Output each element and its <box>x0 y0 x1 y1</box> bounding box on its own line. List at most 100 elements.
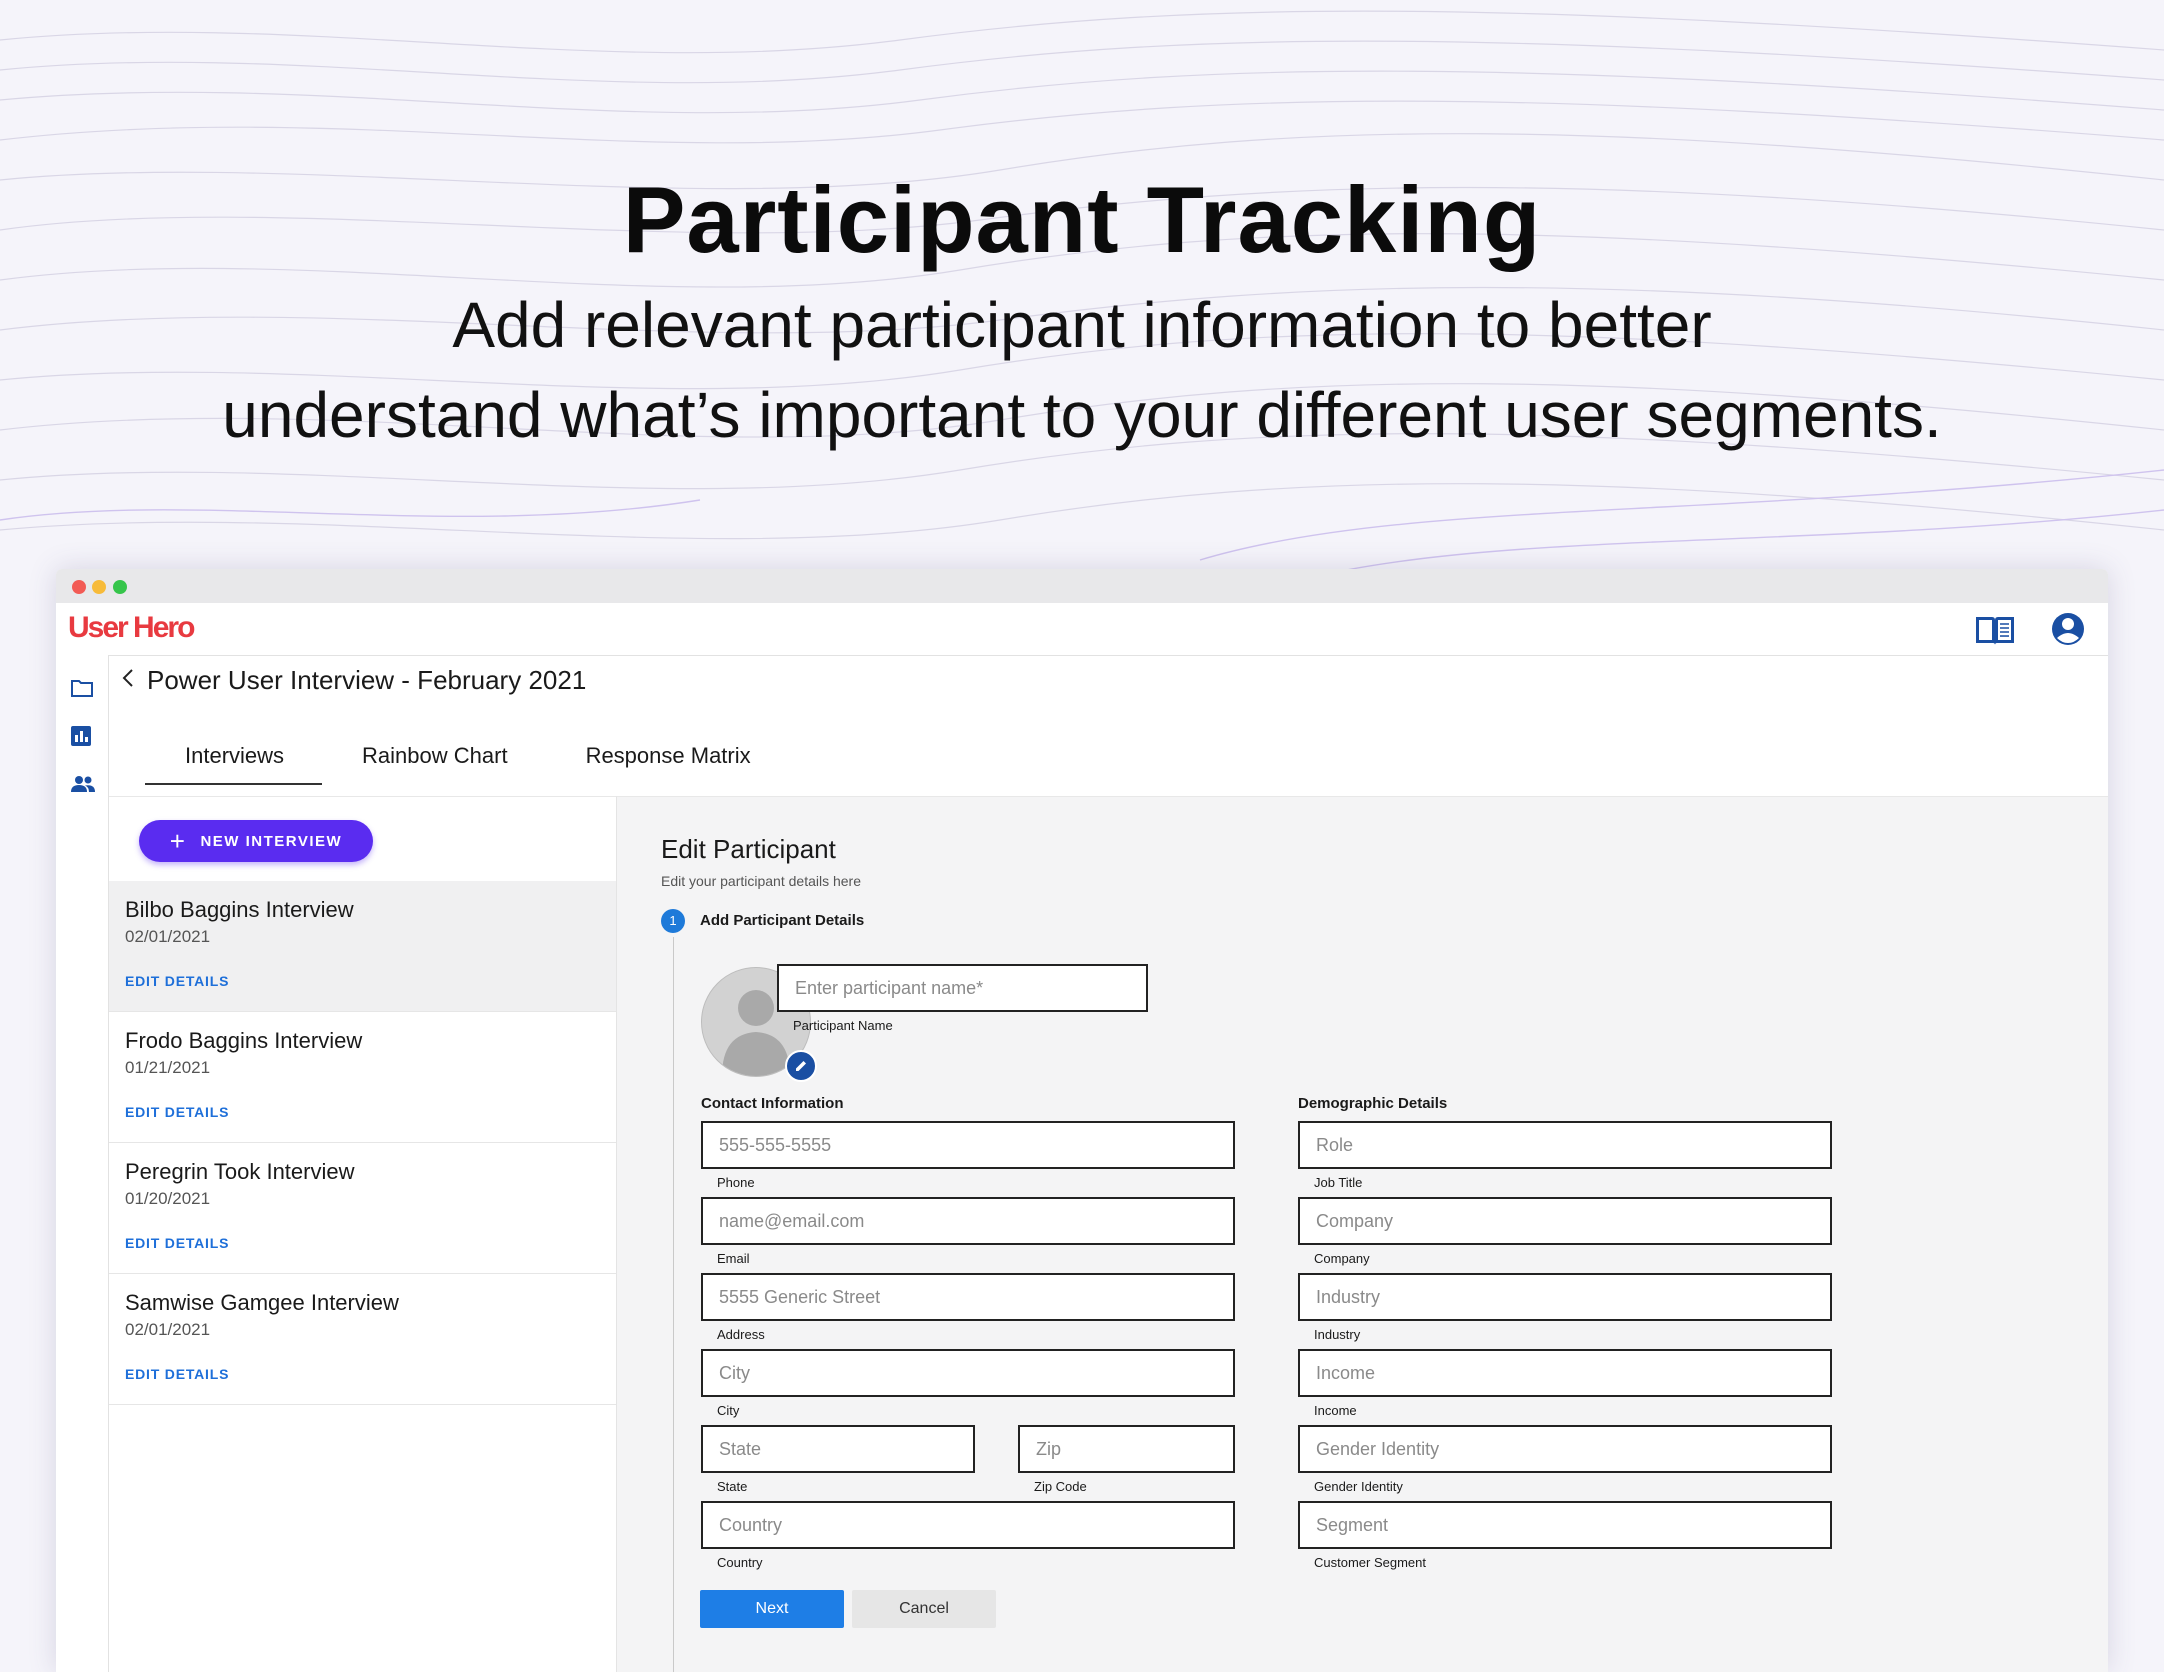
tab-interviews[interactable]: Interviews <box>145 743 323 785</box>
interview-list: Bilbo Baggins Interview 02/01/2021 EDIT … <box>109 881 616 1405</box>
window-titlebar <box>56 569 2108 603</box>
tab-rainbow-chart[interactable]: Rainbow Chart <box>322 743 546 785</box>
zip-label: Zip Code <box>1034 1479 1087 1494</box>
new-interview-button[interactable]: + NEW INTERVIEW <box>139 820 373 862</box>
address-field[interactable] <box>701 1273 1235 1321</box>
interview-name: Bilbo Baggins Interview <box>125 897 354 922</box>
company-field[interactable] <box>1298 1197 1832 1245</box>
tab-response-matrix[interactable]: Response Matrix <box>546 743 789 785</box>
participant-name-field[interactable] <box>777 964 1148 1012</box>
gender-identity-label: Gender Identity <box>1314 1479 1403 1494</box>
interview-name: Frodo Baggins Interview <box>125 1028 363 1053</box>
folder-icon[interactable] <box>70 678 94 703</box>
edit-details-link[interactable]: EDIT DETAILS <box>125 1366 229 1382</box>
interview-date: 01/20/2021 <box>125 1189 211 1208</box>
project-title: Power User Interview - February 2021 <box>147 665 587 695</box>
chart-icon[interactable] <box>70 725 92 752</box>
email-field[interactable] <box>701 1197 1235 1245</box>
edit-details-link[interactable]: EDIT DETAILS <box>125 1104 229 1120</box>
side-nav <box>56 655 109 1672</box>
participant-name-label: Participant Name <box>793 1018 893 1033</box>
income-label: Income <box>1314 1403 1357 1418</box>
phone-field[interactable] <box>701 1121 1235 1169</box>
minimize-window-dot[interactable] <box>92 580 106 594</box>
segment-input[interactable] <box>1300 1503 1830 1547</box>
edit-participant-panel: Edit Participant Edit your participant d… <box>617 796 2108 1672</box>
email-label: Email <box>717 1251 750 1266</box>
new-interview-label: NEW INTERVIEW <box>200 832 343 850</box>
next-button[interactable]: Next <box>700 1590 844 1628</box>
company-label: Company <box>1314 1251 1370 1266</box>
gender-identity-input[interactable] <box>1300 1427 1830 1471</box>
book-icon[interactable] <box>1974 613 2016 652</box>
tab-bar: Interviews Rainbow Chart Response Matrix <box>145 743 789 785</box>
account-icon[interactable] <box>2050 611 2086 652</box>
hero-title: Participant Tracking <box>622 167 1542 272</box>
country-field[interactable] <box>701 1501 1235 1549</box>
step-number-badge: 1 <box>661 909 685 933</box>
gender-identity-field[interactable] <box>1298 1425 1832 1473</box>
interview-date: 02/01/2021 <box>125 1320 211 1339</box>
participant-name-input[interactable] <box>779 966 1146 1010</box>
edit-details-link[interactable]: EDIT DETAILS <box>125 973 229 989</box>
people-icon[interactable] <box>70 775 96 798</box>
state-field[interactable] <box>701 1425 975 1473</box>
breadcrumb[interactable]: Power User Interview - February 2021 <box>121 665 586 696</box>
interview-date: 02/01/2021 <box>125 927 211 946</box>
cancel-button[interactable]: Cancel <box>852 1590 996 1628</box>
customer-segment-label: Customer Segment <box>1314 1555 1426 1570</box>
edit-photo-button[interactable] <box>785 1050 817 1082</box>
income-field[interactable] <box>1298 1349 1832 1397</box>
city-input[interactable] <box>703 1351 1233 1395</box>
interview-date: 01/21/2021 <box>125 1058 211 1077</box>
industry-input[interactable] <box>1300 1275 1830 1319</box>
role-field[interactable] <box>1298 1121 1832 1169</box>
maximize-window-dot[interactable] <box>113 580 127 594</box>
zip-field[interactable] <box>1018 1425 1235 1473</box>
phone-input[interactable] <box>703 1123 1233 1167</box>
contact-info-title: Contact Information <box>701 1095 844 1112</box>
app-window: User Hero Power User Interview - Februar… <box>56 569 2108 1672</box>
zip-input[interactable] <box>1020 1427 1233 1471</box>
company-input[interactable] <box>1300 1199 1830 1243</box>
hero-subtitle-line1: Add relevant participant information to … <box>452 289 1712 361</box>
job-title-label: Job Title <box>1314 1175 1363 1190</box>
country-label: Country <box>717 1555 763 1570</box>
segment-field[interactable] <box>1298 1501 1832 1549</box>
app-header: User Hero <box>56 603 2108 656</box>
main-content: Power User Interview - February 2021 Int… <box>109 655 2108 1672</box>
address-input[interactable] <box>703 1275 1233 1319</box>
step-connector-line <box>673 937 674 1672</box>
chevron-left-icon[interactable] <box>121 665 135 696</box>
pencil-icon <box>796 1061 806 1071</box>
list-item[interactable]: Bilbo Baggins Interview 02/01/2021 EDIT … <box>109 881 616 1012</box>
edit-participant-subtitle: Edit your participant details here <box>661 873 861 889</box>
close-window-dot[interactable] <box>72 580 86 594</box>
phone-label: Phone <box>717 1175 755 1190</box>
hero-subtitle-line2: understand what’s important to your diff… <box>222 379 1942 451</box>
interview-name: Samwise Gamgee Interview <box>125 1290 399 1315</box>
state-input[interactable] <box>703 1427 973 1471</box>
interview-list-panel: + NEW INTERVIEW Bilbo Baggins Interview … <box>109 796 617 1672</box>
city-label: City <box>717 1403 740 1418</box>
industry-field[interactable] <box>1298 1273 1832 1321</box>
app-logo[interactable]: User Hero <box>68 611 195 645</box>
city-field[interactable] <box>701 1349 1235 1397</box>
plus-icon: + <box>169 826 187 856</box>
step-label: Add Participant Details <box>700 912 865 929</box>
list-item[interactable]: Frodo Baggins Interview 01/21/2021 EDIT … <box>109 1012 616 1143</box>
country-input[interactable] <box>703 1503 1233 1547</box>
hero: Participant Tracking Add relevant partic… <box>0 160 2164 460</box>
income-input[interactable] <box>1300 1351 1830 1395</box>
interview-name: Peregrin Took Interview <box>125 1159 355 1184</box>
list-item[interactable]: Samwise Gamgee Interview 02/01/2021 EDIT… <box>109 1274 616 1405</box>
edit-details-link[interactable]: EDIT DETAILS <box>125 1235 229 1251</box>
list-item[interactable]: Peregrin Took Interview 01/20/2021 EDIT … <box>109 1143 616 1274</box>
address-label: Address <box>717 1327 765 1342</box>
email-input[interactable] <box>703 1199 1233 1243</box>
role-input[interactable] <box>1300 1123 1830 1167</box>
industry-label: Industry <box>1314 1327 1361 1342</box>
demographic-title: Demographic Details <box>1298 1095 1448 1112</box>
state-label: State <box>717 1479 748 1494</box>
edit-participant-title: Edit Participant <box>661 834 836 864</box>
